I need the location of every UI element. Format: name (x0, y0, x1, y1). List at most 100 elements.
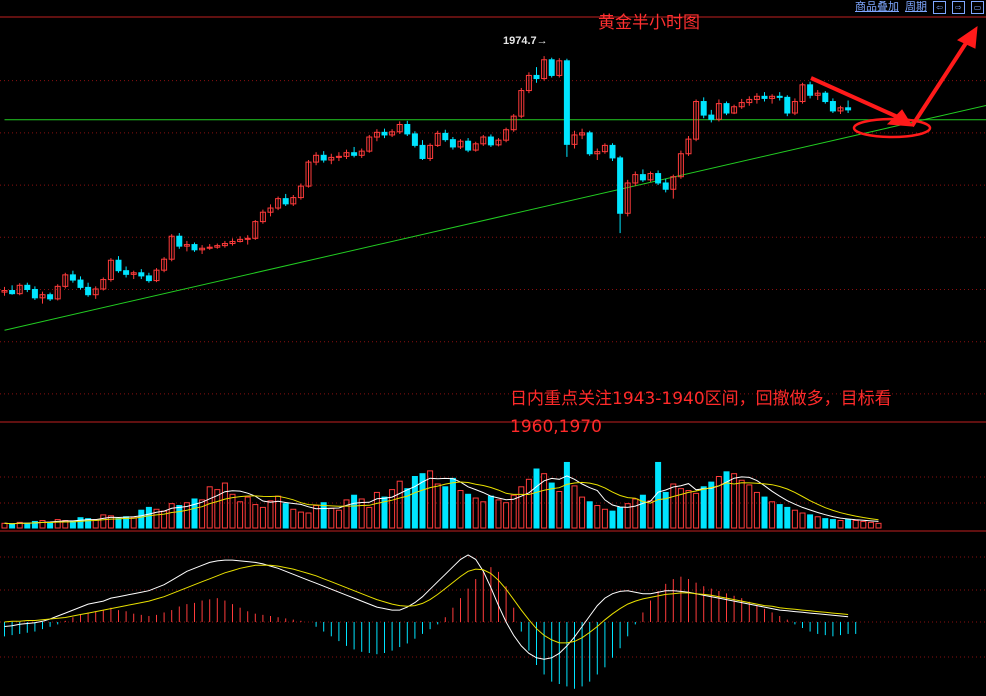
volume-bar (860, 520, 867, 529)
volume-bar (715, 476, 722, 529)
layout-icon[interactable]: ▭ (971, 0, 984, 14)
volume-bar (229, 493, 236, 529)
volume-bar (100, 514, 107, 529)
candle-body (411, 133, 418, 146)
volume-bar (829, 519, 836, 529)
annotation-line-1: 日内重点关注1943-1940区间，回撤做多，目标看 (510, 389, 892, 409)
volume-bar (685, 490, 692, 529)
macd-dea-line (4, 564, 849, 644)
candle-body (9, 290, 16, 295)
volume-bar (639, 494, 646, 529)
volume-bar (700, 486, 707, 529)
volume-ma10-line (4, 481, 879, 525)
volume-bar (449, 477, 456, 529)
candle-body (776, 95, 783, 98)
volume-bar (351, 494, 358, 529)
volume-bar (396, 480, 403, 529)
volume-bar (594, 505, 601, 529)
arrow-right-icon[interactable]: ⇨ (952, 0, 965, 14)
volume-bar (655, 461, 662, 529)
volume-bar (358, 498, 365, 529)
volume-bar (9, 523, 16, 529)
annotation-line-2: 1960,1970 (510, 417, 602, 437)
volume-bar (525, 478, 532, 529)
candle-body (123, 270, 130, 275)
volume-bar (776, 504, 783, 529)
candle-body (563, 60, 570, 145)
candle-body (655, 173, 662, 184)
volume-bar (738, 479, 745, 529)
volume-bar (69, 520, 76, 529)
volume-bar (731, 473, 738, 529)
volume-bar (176, 505, 183, 529)
candle-body (449, 139, 456, 148)
trendline-0 (4, 104, 986, 331)
candle-body (47, 294, 54, 300)
volume-bar (138, 509, 145, 529)
volume-bar (320, 502, 327, 529)
candle-body (320, 154, 327, 161)
volume-bar (852, 520, 859, 529)
candle-body (465, 140, 472, 151)
gold-chart-canvas[interactable] (0, 0, 986, 696)
up-arrow-head (956, 25, 978, 49)
volume-bar (237, 501, 244, 529)
candle-body (404, 124, 411, 135)
volume-bar (480, 501, 487, 529)
volume-bar (571, 485, 578, 529)
volume-bar (244, 496, 251, 529)
candle-body (138, 272, 145, 277)
volume-bar (791, 509, 798, 529)
volume-bar (411, 476, 418, 529)
volume-bar (77, 517, 84, 529)
volume-bar (609, 510, 616, 529)
volume-bar (867, 521, 874, 529)
volume-bar (221, 482, 228, 529)
volume-bar (389, 489, 396, 529)
volume-bar (761, 496, 768, 529)
volume-bar (343, 499, 350, 529)
candle-body (77, 279, 84, 288)
macd-dif-line (4, 554, 849, 660)
volume-bar (487, 495, 494, 529)
period-button[interactable]: 周期 (905, 1, 927, 13)
candle-body (807, 84, 814, 96)
volume-bar (145, 506, 152, 529)
candle-body (282, 198, 289, 205)
candle-body (784, 96, 791, 114)
candle-body (723, 103, 730, 114)
candle-body (639, 174, 646, 181)
volume-bar (267, 500, 274, 529)
volume-bar (472, 497, 479, 529)
volume-bar (259, 506, 266, 529)
candle-body (700, 101, 707, 116)
volume-bar (495, 499, 502, 529)
volume-bar (822, 518, 829, 529)
volume-bar (39, 520, 46, 529)
volume-bar (556, 490, 563, 529)
volume-bar (503, 502, 510, 529)
volume-bar (548, 482, 555, 529)
volume-bar (191, 498, 198, 529)
volume-bar (465, 493, 472, 529)
overlay-button[interactable]: 商品叠加 (855, 1, 899, 13)
up-arrow-shaft (910, 38, 970, 128)
candle-body (145, 275, 152, 282)
candle-body (442, 132, 449, 141)
volume-bar (601, 508, 608, 529)
arrow-left-icon[interactable]: ⇦ (933, 0, 946, 14)
candle-body (31, 288, 38, 299)
volume-bar (1, 522, 8, 529)
volume-bar (845, 519, 852, 529)
candle-body (487, 136, 494, 146)
candle-body (609, 144, 616, 159)
volume-bar (328, 507, 335, 529)
volume-bar (670, 483, 677, 529)
volume-bar (533, 468, 540, 529)
volume-bar (373, 491, 380, 529)
volume-bar (784, 506, 791, 529)
volume-bar (753, 491, 760, 529)
volume-bar (579, 496, 586, 529)
candle-body (822, 92, 829, 103)
volume-bar (617, 506, 624, 529)
